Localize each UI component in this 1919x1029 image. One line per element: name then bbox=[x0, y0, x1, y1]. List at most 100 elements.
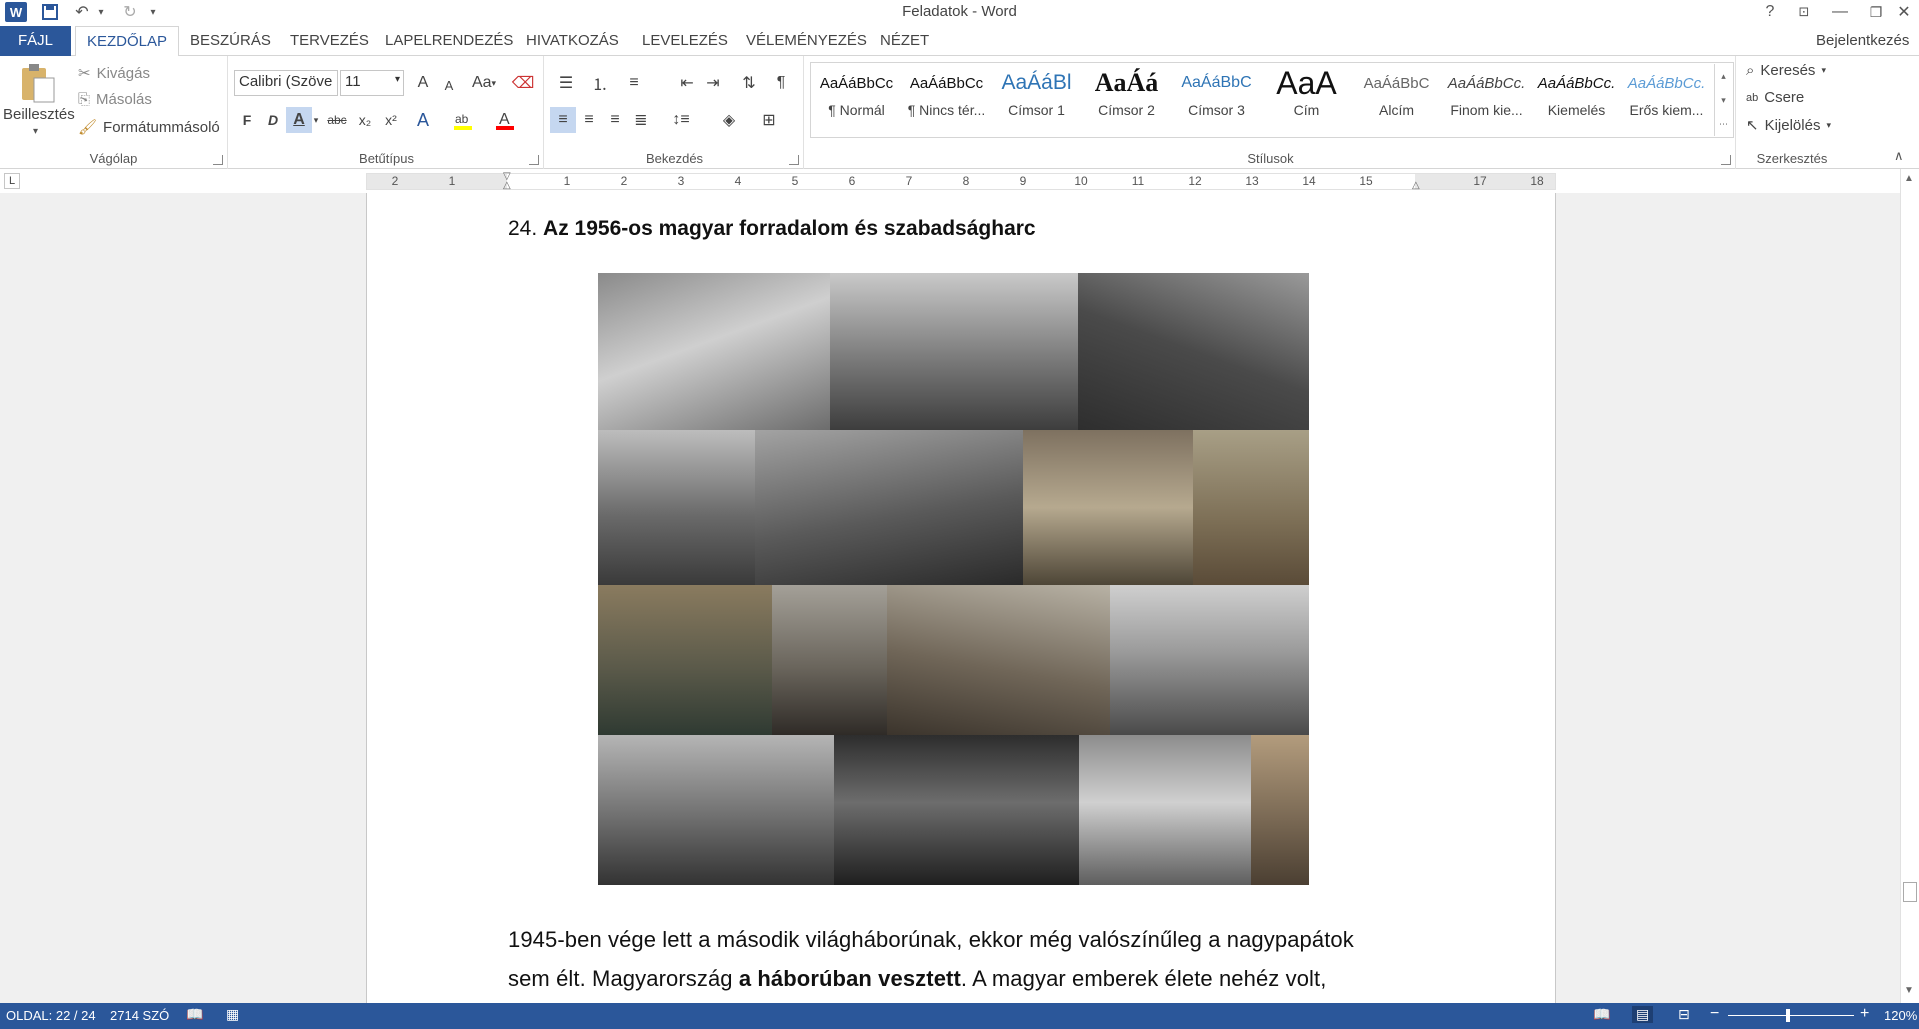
paste-dropdown-icon[interactable]: ▾ bbox=[33, 126, 38, 137]
copy-button[interactable]: ⎘ Másolás bbox=[78, 91, 152, 108]
styles-scroll[interactable]: ▴ ▾ ⋯ bbox=[1714, 64, 1732, 136]
style-subtle-emphasis[interactable]: AaÁáBbCc. Finom kie... bbox=[1442, 64, 1531, 134]
font-color-icon[interactable]: A bbox=[492, 107, 518, 133]
format-painter-label: Formátummásoló bbox=[103, 118, 220, 136]
format-painter-button[interactable]: 🖌 Formátummásoló bbox=[78, 118, 220, 137]
revolution-photo-collage[interactable] bbox=[598, 273, 1309, 885]
help-button[interactable]: ? bbox=[1752, 0, 1788, 24]
find-button[interactable]: ⌕ Keresés ▾ bbox=[1746, 62, 1826, 79]
clipboard-launcher-icon[interactable] bbox=[213, 155, 223, 165]
scroll-thumb[interactable] bbox=[1903, 882, 1917, 902]
font-size-select[interactable]: 11 ▾ bbox=[340, 70, 404, 96]
highlight-icon[interactable]: ab bbox=[450, 107, 476, 133]
ribbon-display-options-icon[interactable]: ⊡ bbox=[1786, 0, 1822, 24]
tab-mailings[interactable]: LEVELEZÉS bbox=[631, 26, 739, 56]
tab-file[interactable]: FÁJL bbox=[0, 26, 72, 56]
style-preview: AaÁáBl bbox=[1001, 71, 1072, 94]
paragraph-line-2[interactable]: sem élt. Magyarország a háborúban veszte… bbox=[508, 966, 1326, 992]
tab-view[interactable]: NÉZET bbox=[869, 26, 940, 56]
font-launcher-icon[interactable] bbox=[529, 155, 539, 165]
paragraph-line-1[interactable]: 1945-ben vége lett a második világháború… bbox=[508, 927, 1354, 953]
subscript-button[interactable]: x₂ bbox=[352, 107, 378, 133]
increase-indent-icon[interactable]: ⇥ bbox=[700, 70, 726, 96]
text-effects-icon[interactable]: A bbox=[410, 107, 436, 133]
zoom-slider-thumb[interactable] bbox=[1786, 1009, 1790, 1022]
numbering-icon[interactable]: ⒈ bbox=[584, 70, 616, 96]
vertical-scrollbar[interactable]: ▲ ▼ bbox=[1900, 169, 1919, 1003]
tab-insert[interactable]: BESZÚRÁS bbox=[179, 26, 282, 56]
shading-icon[interactable]: ◈ bbox=[712, 107, 746, 133]
style-intense-emphasis[interactable]: AaÁáBbCc. Erős kiem... bbox=[1622, 64, 1711, 134]
select-button[interactable]: ↖ Kijelölés ▾ bbox=[1746, 116, 1831, 135]
cut-button[interactable]: ✂ Kivágás bbox=[78, 64, 150, 83]
read-mode-icon[interactable]: 📖 bbox=[1593, 1006, 1610, 1023]
signin-link[interactable]: Bejelentkezés bbox=[1816, 26, 1909, 56]
word-count[interactable]: 2714 SZÓ bbox=[110, 1008, 169, 1023]
grow-font-icon[interactable]: A bbox=[410, 70, 436, 96]
photo-flag-march bbox=[755, 430, 1023, 585]
paste-button[interactable]: Beillesztés bbox=[3, 106, 75, 123]
tab-layout[interactable]: LAPELRENDEZÉS bbox=[374, 26, 524, 56]
strikethrough-button[interactable]: abc bbox=[324, 107, 350, 133]
bold-button[interactable]: F bbox=[234, 107, 260, 133]
scroll-up-icon[interactable]: ▲ bbox=[1904, 173, 1914, 184]
left-indent-marker[interactable]: △ bbox=[503, 180, 511, 191]
underline-dropdown-icon[interactable]: ▾ bbox=[310, 107, 322, 133]
shrink-font-icon[interactable]: A bbox=[436, 72, 462, 98]
tab-home[interactable]: KEZDŐLAP bbox=[75, 26, 180, 57]
tab-design[interactable]: TERVEZÉS bbox=[279, 26, 380, 56]
style-normal[interactable]: AaÁáBbCc ¶ Normál bbox=[812, 64, 901, 134]
clear-formatting-icon[interactable]: ⌫ bbox=[510, 70, 536, 96]
font-name-select[interactable]: Calibri (Szöve bbox=[234, 70, 338, 96]
tab-references[interactable]: HIVATKOZÁS bbox=[515, 26, 630, 56]
zoom-in-icon[interactable]: + bbox=[1860, 1005, 1869, 1023]
page-count[interactable]: OLDAL: 22 / 24 bbox=[6, 1008, 96, 1023]
style-no-spacing[interactable]: AaÁáBbCc ¶ Nincs tér... bbox=[902, 64, 991, 134]
print-layout-icon[interactable]: ▤ bbox=[1632, 1006, 1654, 1023]
style-heading-3[interactable]: AaÁáBbC Címsor 3 bbox=[1172, 64, 1261, 134]
paste-icon[interactable] bbox=[20, 62, 56, 104]
web-layout-icon[interactable]: ⊟ bbox=[1678, 1006, 1690, 1023]
horizontal-ruler[interactable]: 2 1 1 2 3 4 5 6 7 8 9 10 11 12 13 14 15 17 18 ▽ △ △ bbox=[366, 171, 1556, 191]
change-case-button[interactable]: Aa ▾ bbox=[466, 70, 502, 96]
paragraph-launcher-icon[interactable] bbox=[789, 155, 799, 165]
scroll-down-icon[interactable]: ▼ bbox=[1904, 985, 1914, 996]
right-indent-marker[interactable]: △ bbox=[1412, 180, 1420, 191]
minimize-icon[interactable]: — bbox=[1822, 0, 1858, 24]
replace-button[interactable]: ab Csere bbox=[1746, 89, 1804, 106]
align-right-icon[interactable]: ≡ bbox=[602, 107, 628, 133]
collapse-ribbon-icon[interactable]: ∧ bbox=[1894, 148, 1904, 164]
show-formatting-icon[interactable]: ¶ bbox=[768, 70, 794, 96]
zoom-level[interactable]: 120% bbox=[1884, 1008, 1917, 1023]
style-emphasis[interactable]: AaÁáBbCc. Kiemelés bbox=[1532, 64, 1621, 134]
style-heading-2[interactable]: AaÁá Címsor 2 bbox=[1082, 64, 1171, 134]
zoom-out-icon[interactable]: − bbox=[1710, 1005, 1719, 1023]
style-subtitle[interactable]: AaÁáBbC Alcím bbox=[1352, 64, 1441, 134]
proofing-icon[interactable]: 📖 bbox=[186, 1006, 203, 1023]
superscript-button[interactable]: x² bbox=[378, 107, 404, 133]
style-heading-1[interactable]: AaÁáBl Címsor 1 bbox=[992, 64, 1081, 134]
styles-launcher-icon[interactable] bbox=[1721, 155, 1731, 165]
tab-review[interactable]: VÉLEMÉNYEZÉS bbox=[735, 26, 878, 56]
multilevel-list-icon[interactable]: ≡ bbox=[618, 70, 650, 96]
bullets-icon[interactable]: ☰ bbox=[550, 70, 582, 96]
heading-number: 24. bbox=[508, 217, 538, 240]
borders-icon[interactable]: ⊞ bbox=[752, 107, 786, 133]
italic-button[interactable]: D bbox=[260, 107, 286, 133]
document-heading[interactable]: 24. Az 1956-os magyar forradalom és szab… bbox=[508, 217, 1036, 241]
style-name: Kiemelés bbox=[1547, 102, 1606, 118]
close-icon[interactable]: ✕ bbox=[1886, 0, 1919, 24]
zoom-slider[interactable] bbox=[1728, 1015, 1854, 1016]
sort-icon[interactable]: ⇅ bbox=[736, 70, 762, 96]
macro-icon[interactable]: ▦ bbox=[226, 1006, 239, 1023]
underline-button[interactable]: A bbox=[286, 107, 312, 133]
clipboard-label: Vágólap bbox=[89, 151, 138, 166]
align-left-icon[interactable]: ≡ bbox=[550, 107, 576, 133]
ruler-number: 5 bbox=[791, 174, 799, 188]
tab-selector[interactable]: L bbox=[4, 173, 20, 189]
justify-icon[interactable]: ≣ bbox=[628, 107, 654, 133]
align-center-icon[interactable]: ≡ bbox=[576, 107, 602, 133]
decrease-indent-icon[interactable]: ⇤ bbox=[674, 70, 700, 96]
style-title[interactable]: AaA Cím bbox=[1262, 64, 1351, 134]
line-spacing-icon[interactable]: ↕≡ bbox=[664, 107, 698, 133]
